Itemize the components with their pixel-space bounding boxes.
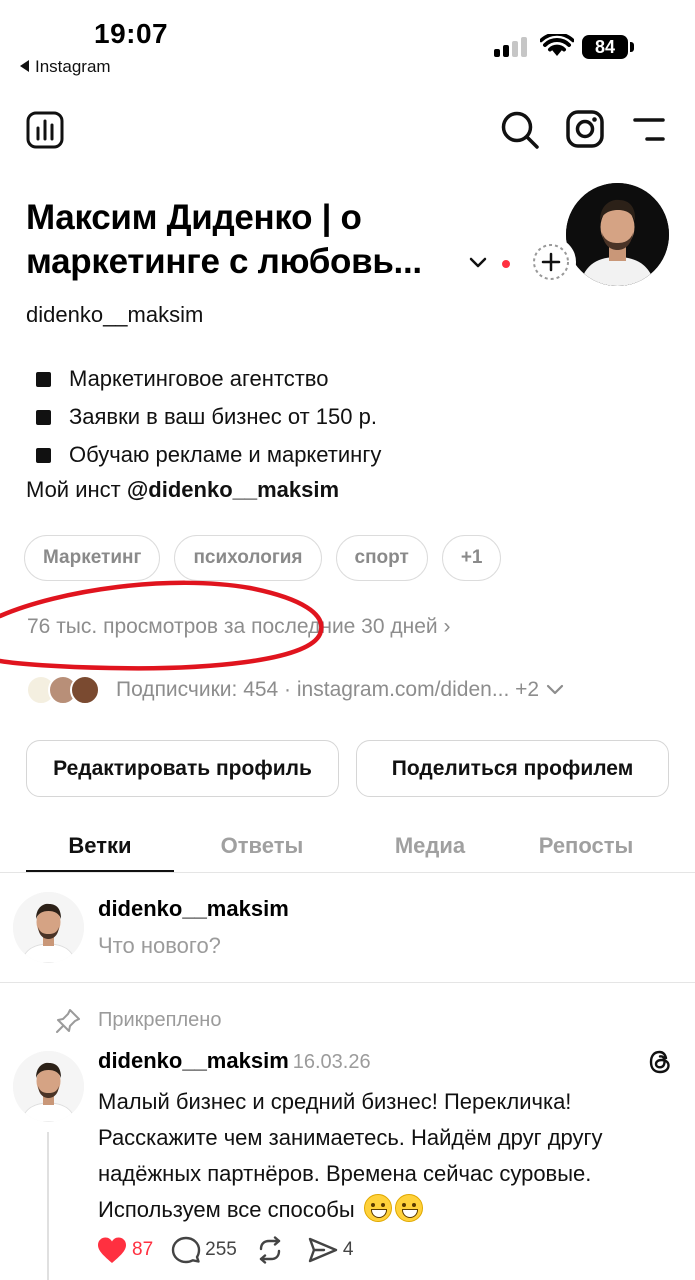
profile-name: Максим Диденко | о маркетинге с любовь..… — [26, 198, 422, 281]
post-username[interactable]: didenko__maksim — [98, 1048, 289, 1073]
bio-mention-link[interactable]: @didenko__maksim — [127, 477, 339, 502]
profile-bio: Маркетинговое агентство Заявки в ваш биз… — [26, 360, 646, 474]
chip-psychology[interactable]: психология — [174, 535, 322, 581]
interest-chips: Маркетинг психология спорт +1 — [24, 535, 502, 581]
wifi-icon — [540, 34, 574, 56]
cellular-signal-icon — [494, 37, 530, 57]
bullet-icon — [36, 447, 51, 463]
avatar-photo — [13, 892, 84, 963]
reply-count: 255 — [205, 1239, 237, 1260]
insights-icon[interactable] — [26, 111, 64, 149]
share-profile-button[interactable]: Поделиться профилем — [356, 740, 669, 797]
composer-username: didenko__maksim — [98, 896, 289, 921]
battery-icon: 84 — [582, 35, 628, 59]
bio-line-text: Заявки в ваш бизнес от 150 р. — [69, 404, 377, 429]
like-count: 87 — [132, 1239, 154, 1260]
tab-threads[interactable]: Ветки — [26, 818, 174, 874]
post-actions: 87 255 4 — [96, 1234, 371, 1266]
followers-text: Подписчики: 454 · instagram.com/diden...… — [116, 678, 540, 701]
bio-line: Заявки в ваш бизнес от 150 р. — [26, 398, 646, 436]
avatar-photo — [13, 1051, 84, 1122]
add-story-button[interactable] — [526, 237, 576, 287]
notification-dot — [502, 260, 510, 268]
like-button[interactable]: 87 — [96, 1236, 153, 1264]
post-avatar[interactable] — [13, 1051, 84, 1122]
repost-icon — [259, 1236, 281, 1264]
instagram-icon[interactable] — [566, 110, 604, 148]
bio-line-text: Обучаю рекламе и маркетингу — [69, 442, 382, 467]
bio-line-text: Маркетинговое агентство — [69, 366, 329, 391]
chevron-down-icon[interactable] — [468, 256, 488, 270]
grinning-emoji-icon — [394, 1194, 423, 1222]
pinned-label: Прикреплено — [98, 1009, 222, 1031]
chip-more[interactable]: +1 — [441, 535, 502, 581]
tab-reposts[interactable]: Репосты — [510, 818, 662, 874]
thread-line — [47, 1132, 49, 1280]
bullet-icon — [36, 371, 51, 387]
follower-avatar — [70, 675, 100, 705]
search-icon[interactable] — [500, 110, 540, 150]
divider — [0, 872, 695, 873]
battery-tip — [630, 42, 634, 52]
pin-icon — [56, 1009, 80, 1033]
bio-link-line: Мой инст @didenko__maksim — [26, 477, 339, 503]
bio-line: Обучаю рекламе и маркетингу — [26, 436, 646, 474]
profile-tabs: Ветки Ответы Медиа Репосты — [26, 818, 676, 874]
tab-replies[interactable]: Ответы — [174, 818, 350, 874]
back-to-app-link[interactable]: Instagram — [20, 57, 111, 77]
follower-avatars — [26, 675, 112, 705]
back-app-label: Instagram — [35, 57, 111, 76]
followers-row[interactable]: Подписчики: 454 · instagram.com/diden...… — [26, 672, 666, 708]
status-time: 19:07 — [94, 18, 169, 49]
comment-icon — [171, 1236, 201, 1264]
bullet-icon — [36, 409, 51, 425]
tab-media[interactable]: Медиа — [350, 818, 510, 874]
post-header: didenko__maksim 16.03.26 — [98, 1048, 371, 1074]
composer-avatar[interactable] — [13, 892, 84, 963]
chevron-down-icon — [547, 684, 564, 695]
post-body: Малый бизнес и средний бизнес! Перекличк… — [98, 1084, 668, 1228]
send-icon — [308, 1237, 338, 1263]
menu-icon[interactable] — [633, 117, 665, 143]
profile-username: didenko__maksim — [26, 302, 204, 327]
threads-logo-icon[interactable] — [647, 1049, 673, 1075]
bio-line: Маркетинговое агентство — [26, 360, 646, 398]
chip-marketing[interactable]: Маркетинг — [24, 535, 161, 581]
new-thread-input[interactable]: Что нового? — [98, 933, 221, 959]
chevron-right-icon: › — [443, 615, 451, 638]
status-bar: 19:07 Instagram 84 — [0, 0, 695, 90]
chip-sport[interactable]: спорт — [335, 535, 428, 581]
avatar-photo — [566, 183, 669, 286]
edit-profile-button[interactable]: Редактировать профиль — [26, 740, 339, 797]
divider — [0, 982, 695, 983]
back-arrow-icon — [20, 60, 29, 72]
reply-button[interactable]: 255 — [171, 1236, 237, 1264]
grinning-emoji-icon — [363, 1194, 392, 1222]
share-count: 4 — [342, 1239, 354, 1260]
share-button[interactable]: 4 — [307, 1236, 354, 1264]
post-text: Малый бизнес и средний бизнес! Перекличк… — [98, 1089, 603, 1222]
annotation-circle — [0, 580, 324, 671]
bio-link-prefix: Мой инст — [26, 477, 127, 502]
profile-avatar[interactable] — [566, 183, 669, 286]
post-date: 16.03.26 — [292, 1051, 371, 1073]
repost-button[interactable] — [255, 1236, 289, 1264]
heart-icon — [98, 1237, 126, 1263]
